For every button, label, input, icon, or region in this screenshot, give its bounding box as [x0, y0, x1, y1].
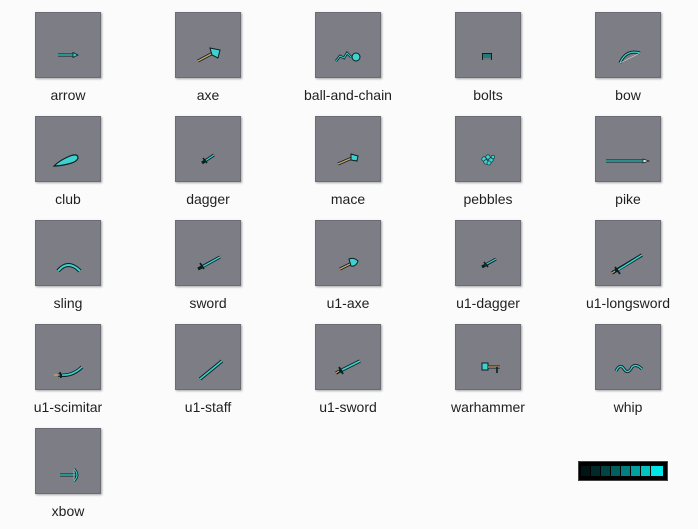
thumbnail: [315, 116, 381, 182]
axe-icon: [197, 47, 221, 63]
file-label: club: [55, 191, 81, 207]
file-label: u1-dagger: [456, 295, 520, 311]
axe-icon: [339, 257, 359, 271]
thumbnail: [595, 116, 661, 182]
thumbnail: [595, 324, 661, 390]
thumbnail: [175, 220, 241, 286]
crossbow-icon: [60, 468, 79, 482]
file-label: u1-staff: [184, 399, 232, 415]
file-item-u1-scimitar[interactable]: u1-scimitar: [8, 324, 128, 424]
file-label: warhammer: [451, 399, 525, 415]
palette-swatches: [581, 466, 663, 476]
bolts-icon: [482, 53, 492, 60]
file-label: bolts: [473, 87, 503, 103]
file-label: sword: [189, 295, 227, 311]
scimitar-icon: [54, 365, 84, 379]
color-palette-strip: [578, 461, 668, 481]
thumbnail: [175, 116, 241, 182]
file-label: whip: [613, 399, 643, 415]
file-item-warhammer[interactable]: warhammer: [428, 324, 548, 424]
club-icon: [52, 154, 79, 167]
file-item-pebbles[interactable]: pebbles: [428, 116, 548, 216]
thumbnail: [35, 428, 101, 494]
file-item-u1-staff[interactable]: u1-staff: [148, 324, 268, 424]
file-label: u1-axe: [326, 295, 370, 311]
thumbnail: [315, 220, 381, 286]
file-label: axe: [196, 87, 220, 103]
thumbnail: [455, 12, 521, 78]
palette-swatch: [611, 466, 620, 476]
file-item-u1-sword[interactable]: u1-sword: [288, 324, 408, 424]
file-label: bow: [615, 87, 641, 103]
thumbnail: [35, 324, 101, 390]
palette-swatch: [591, 466, 600, 476]
file-item-ball-and-chain[interactable]: ball-and-chain: [288, 12, 408, 112]
file-item-xbow[interactable]: xbow: [8, 428, 128, 528]
thumbnail: [175, 324, 241, 390]
file-label: dagger: [186, 191, 230, 207]
thumbnail: [35, 12, 101, 78]
file-item-dagger[interactable]: dagger: [148, 116, 268, 216]
thumbnail: [315, 324, 381, 390]
thumbnail: [455, 324, 521, 390]
sword-icon: [335, 359, 361, 375]
file-grid: arrow axe ball-and-chain bolts bow club …: [0, 0, 698, 529]
file-item-sling[interactable]: sling: [8, 220, 128, 320]
file-item-u1-dagger[interactable]: u1-dagger: [428, 220, 548, 320]
file-item-u1-longsword[interactable]: u1-longsword: [568, 220, 688, 320]
file-label: pike: [615, 191, 641, 207]
file-label: u1-sword: [319, 399, 377, 415]
file-item-u1-axe[interactable]: u1-axe: [288, 220, 408, 320]
file-label: arrow: [50, 87, 86, 103]
thumbnail: [595, 220, 661, 286]
file-label: u1-longsword: [585, 295, 671, 311]
file-item-sword[interactable]: sword: [148, 220, 268, 320]
palette-swatch: [621, 466, 630, 476]
dagger-icon: [481, 257, 497, 269]
whip-icon: [614, 363, 644, 374]
file-item-bow[interactable]: bow: [568, 12, 688, 112]
pebbles-icon: [481, 154, 496, 166]
sword-icon: [197, 255, 221, 271]
file-label: xbow: [51, 503, 85, 519]
thumbnail: [35, 116, 101, 182]
palette-swatch: [641, 466, 650, 476]
thumbnail: [315, 12, 381, 78]
palette-swatch: [581, 466, 590, 476]
file-label: pebbles: [463, 191, 513, 207]
file-item-whip[interactable]: whip: [568, 324, 688, 424]
pike-icon: [606, 158, 651, 164]
palette-swatch: [651, 466, 663, 476]
file-item-pike[interactable]: pike: [568, 116, 688, 216]
file-item-arrow[interactable]: arrow: [8, 12, 128, 112]
sling-icon: [56, 263, 82, 273]
file-item-bolts[interactable]: bolts: [428, 12, 548, 112]
longsword-icon: [611, 253, 643, 275]
file-item-club[interactable]: club: [8, 116, 128, 216]
palette-swatch: [601, 466, 610, 476]
file-label: mace: [330, 191, 366, 207]
palette-swatch: [631, 466, 640, 476]
thumbnail: [175, 12, 241, 78]
file-label: u1-scimitar: [33, 399, 103, 415]
ball-and-chain-icon: [335, 50, 361, 62]
thumbnail: [35, 220, 101, 286]
bow-icon: [618, 50, 641, 64]
file-label: sling: [53, 295, 83, 311]
warhammer-icon: [481, 362, 500, 373]
mace-icon: [337, 153, 359, 166]
file-label: ball-and-chain: [304, 87, 392, 103]
thumbnail: [455, 116, 521, 182]
dagger-icon: [201, 153, 215, 165]
arrow-icon: [58, 51, 79, 59]
file-item-mace[interactable]: mace: [288, 116, 408, 216]
thumbnail: [595, 12, 661, 78]
file-item-axe[interactable]: axe: [148, 12, 268, 112]
staff-icon: [198, 359, 224, 381]
thumbnail: [455, 220, 521, 286]
